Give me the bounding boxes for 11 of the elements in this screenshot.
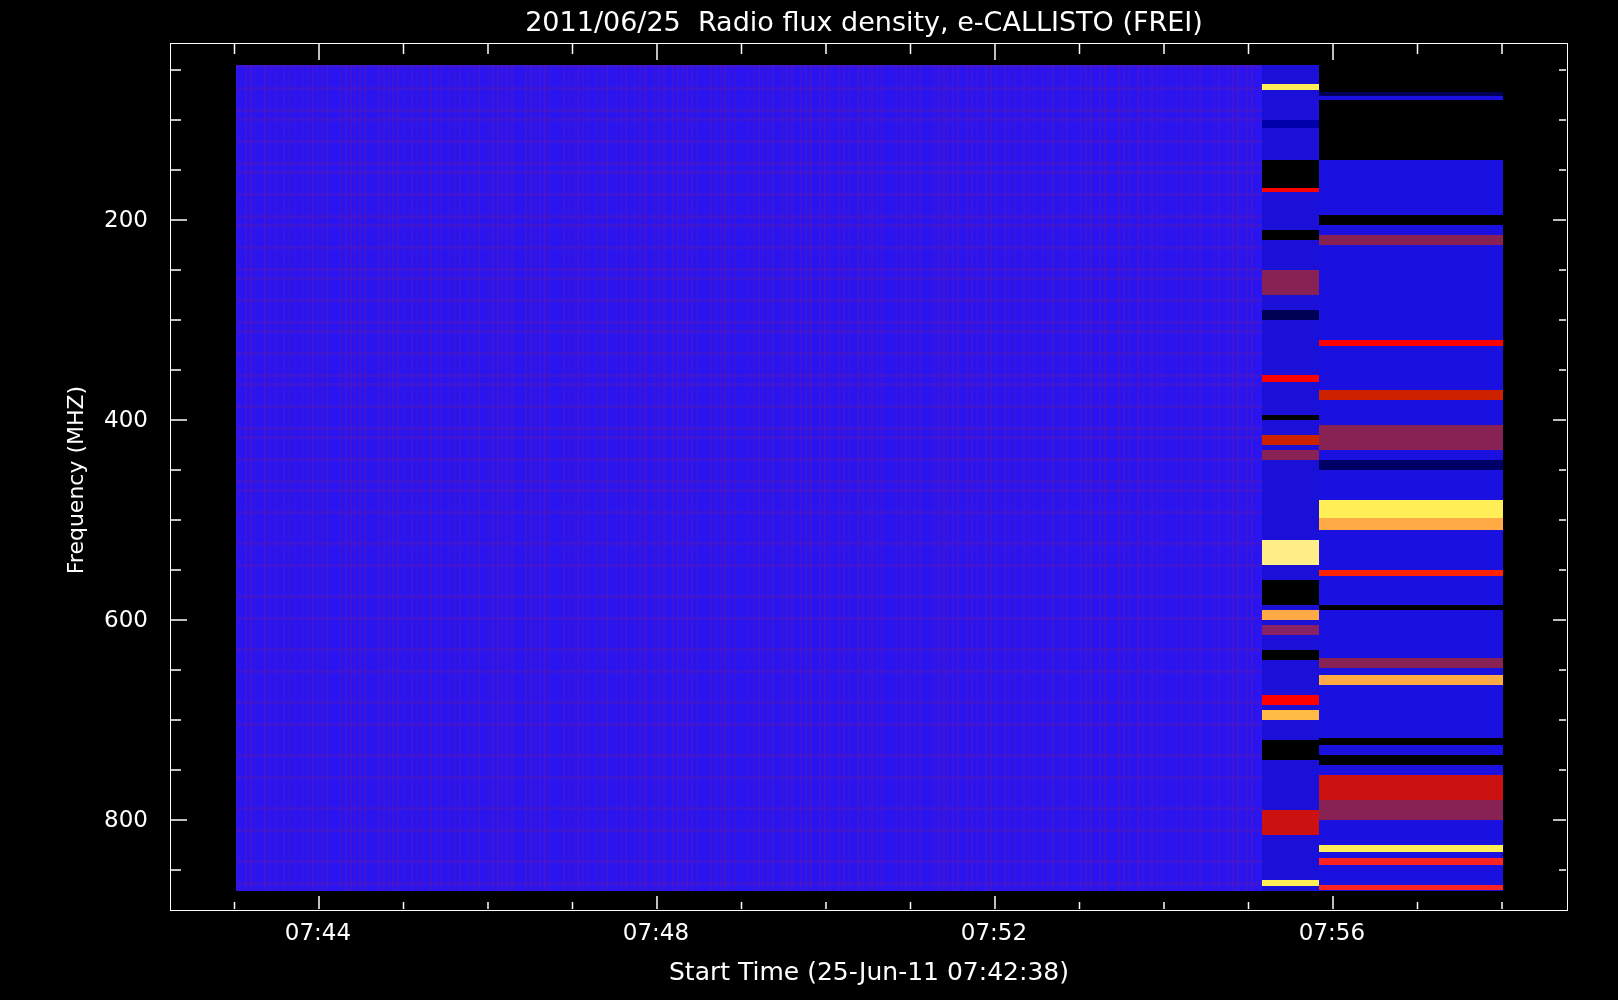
x-axis-title: Start Time (25-Jun-11 07:42:38) — [669, 957, 1069, 986]
x-tick-label: 07:56 — [1298, 919, 1366, 945]
x-tick-label: 07:52 — [960, 919, 1028, 945]
y-tick-label: 400 — [104, 406, 148, 432]
y-tick-label: 800 — [104, 806, 148, 832]
chart-title: 2011/06/25 Radio flux density, e-CALLISTO (FREI) — [525, 6, 1203, 37]
y-tick-label: 600 — [104, 606, 148, 632]
y-axis-title: Frequency (MHZ) — [62, 385, 88, 575]
x-tick-label: 07:48 — [622, 919, 690, 945]
y-tick-label: 200 — [104, 206, 148, 232]
x-tick-label: 07:44 — [284, 919, 352, 945]
